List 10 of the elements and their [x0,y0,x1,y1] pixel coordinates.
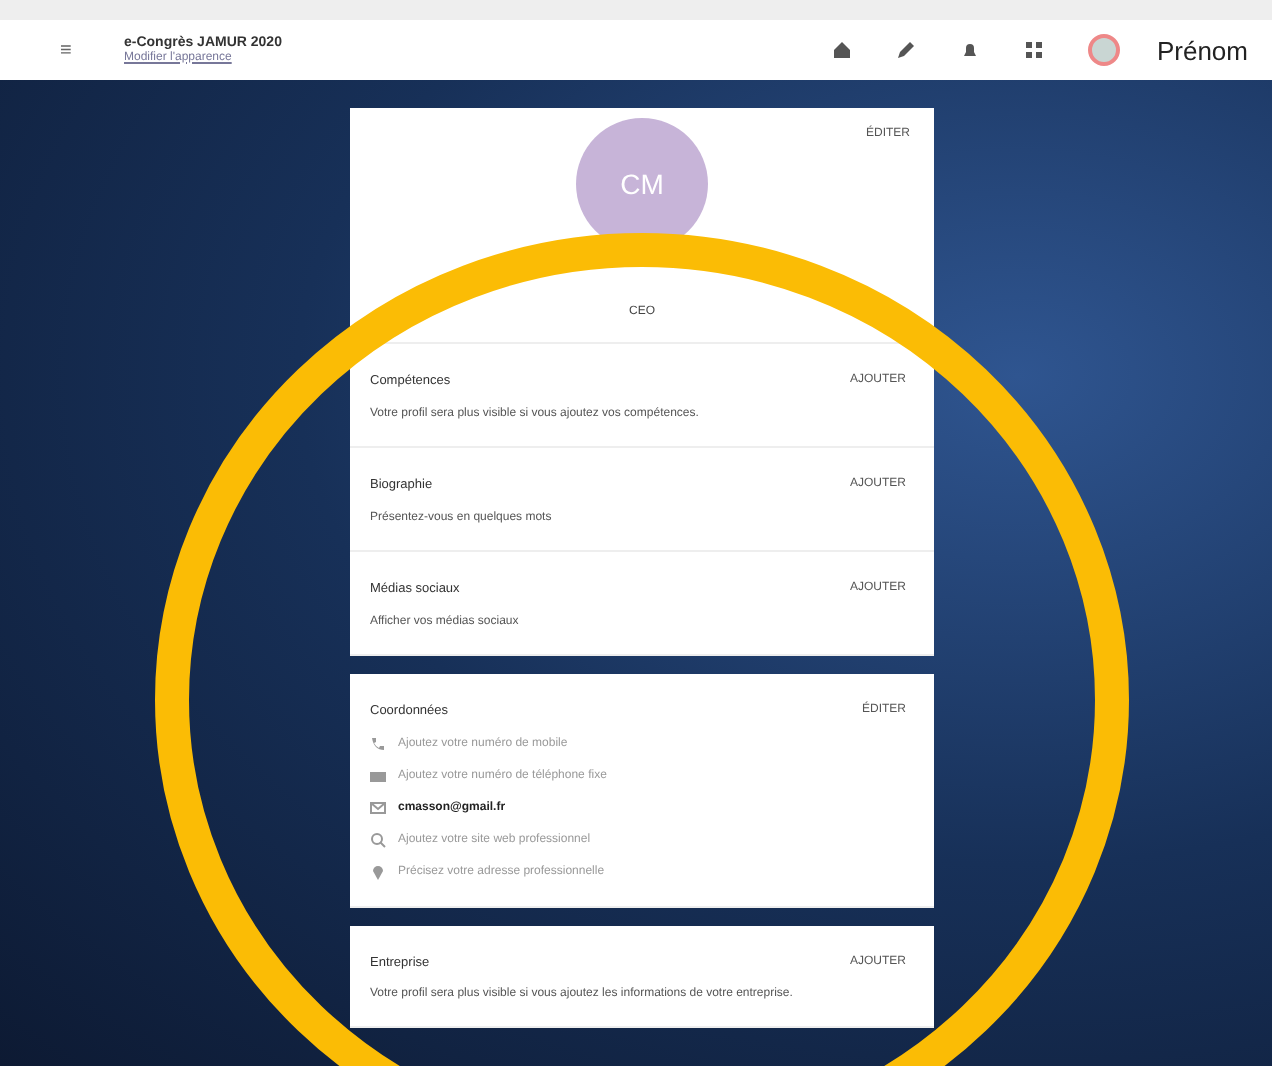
phone-icon [370,736,386,752]
grid-icon[interactable] [1024,40,1045,60]
menu-icon[interactable]: ≡ [60,39,124,61]
pencil-icon[interactable] [896,40,917,60]
user-name[interactable]: Prénom [1156,35,1248,65]
bell-icon[interactable] [960,40,981,60]
location-pin-icon [370,864,386,880]
home-icon[interactable] [832,40,853,60]
search-icon [370,832,386,848]
mail-icon [370,800,386,816]
